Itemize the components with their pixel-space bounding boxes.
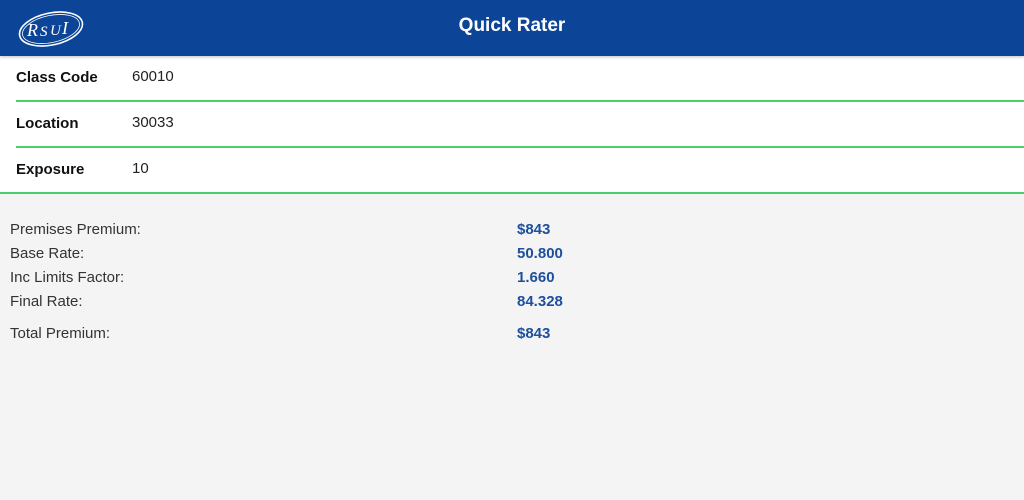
base-rate-value: 50.800 — [517, 245, 563, 262]
base-rate-row: Base Rate: 50.800 — [0, 242, 1024, 266]
final-rate-label: Final Rate: — [10, 293, 83, 310]
premises-premium-label: Premises Premium: — [10, 221, 141, 238]
base-rate-label: Base Rate: — [10, 245, 85, 262]
location-label: Location — [16, 115, 79, 132]
location-field[interactable] — [132, 114, 432, 131]
premises-premium-value: $843 — [517, 221, 551, 238]
final-rate-value: 84.328 — [517, 293, 563, 310]
inc-limits-factor-row: Inc Limits Factor: 1.660 — [0, 266, 1024, 290]
total-premium-value: $843 — [517, 325, 551, 342]
class-code-row: Class Code — [16, 56, 1024, 102]
rating-results: Premises Premium: $843 Base Rate: 50.800… — [0, 194, 1024, 346]
exposure-label: Exposure — [16, 161, 85, 178]
rating-inputs: Class Code Location Exposure — [0, 56, 1024, 194]
total-premium-row: Total Premium: $843 — [0, 322, 1024, 346]
location-row: Location — [16, 102, 1024, 148]
inc-limits-factor-label: Inc Limits Factor: — [10, 269, 125, 286]
final-rate-row: Final Rate: 84.328 — [0, 290, 1024, 314]
class-code-field[interactable] — [132, 68, 432, 85]
premises-premium-row: Premises Premium: $843 — [0, 218, 1024, 242]
total-premium-label: Total Premium: — [10, 325, 111, 342]
page-title: Quick Rater — [458, 15, 566, 36]
inc-limits-factor-value: 1.660 — [517, 269, 555, 286]
exposure-field[interactable] — [132, 160, 432, 177]
class-code-label: Class Code — [16, 69, 98, 86]
exposure-row: Exposure — [0, 148, 1024, 192]
app-header: R S U I Quick Rater — [0, 0, 1024, 56]
